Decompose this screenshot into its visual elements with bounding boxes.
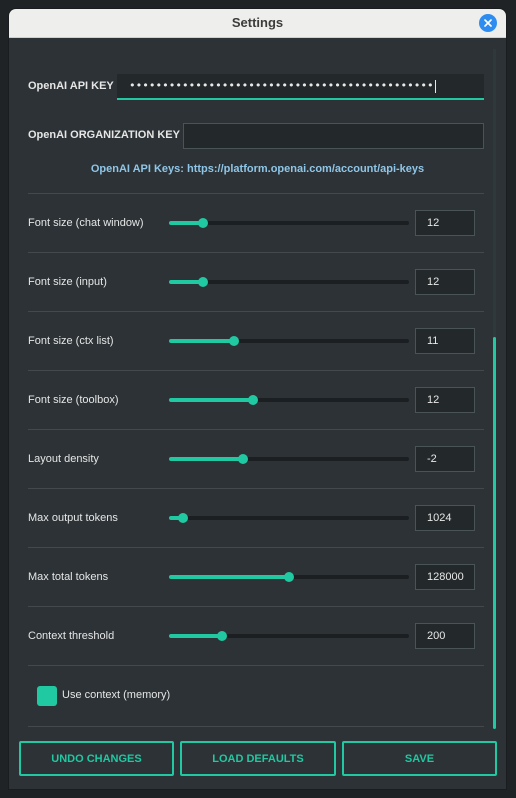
max-output-tokens-label: Max output tokens (28, 512, 118, 524)
divider (28, 311, 484, 312)
context-threshold-slider[interactable] (169, 629, 409, 643)
font-size-chat-window-input[interactable]: 12 (415, 210, 475, 236)
context-threshold-label: Context threshold (28, 630, 115, 642)
slider-fill (169, 339, 234, 343)
divider (28, 370, 484, 371)
slider-fill (169, 457, 243, 461)
slider-handle[interactable] (198, 277, 208, 287)
api-key-value: ••••••••••••••••••••••••••••••••••••••••… (129, 79, 434, 92)
font-size-ctx-list-input[interactable]: 11 (415, 328, 475, 354)
slider-handle[interactable] (284, 572, 294, 582)
save-button[interactable]: SAVE (342, 741, 497, 776)
slider-handle[interactable] (248, 395, 258, 405)
font-size-toolbox-label: Font size (toolbox) (28, 394, 119, 406)
slider-fill (169, 398, 253, 402)
undo-changes-button[interactable]: UNDO CHANGES (19, 741, 174, 776)
font-size-toolbox-slider[interactable] (169, 393, 409, 407)
load-defaults-button[interactable]: LOAD DEFAULTS (180, 741, 336, 776)
api-key-input[interactable]: ••••••••••••••••••••••••••••••••••••••••… (117, 74, 484, 100)
slider-handle[interactable] (229, 336, 239, 346)
close-icon (484, 19, 492, 27)
api-key-label: OpenAI API KEY (28, 80, 114, 92)
font-size-input-label: Font size (input) (28, 276, 107, 288)
max-output-tokens-input[interactable]: 1024 (415, 505, 475, 531)
close-button[interactable] (479, 14, 497, 32)
font-size-ctx-list-slider[interactable] (169, 334, 409, 348)
font-size-input-input[interactable]: 12 (415, 269, 475, 295)
max-total-tokens-label: Max total tokens (28, 571, 109, 583)
slider-handle[interactable] (198, 218, 208, 228)
divider (28, 606, 484, 607)
divider (28, 726, 484, 727)
title-bar: Settings (9, 9, 506, 38)
divider (28, 193, 484, 194)
org-key-label: OpenAI ORGANIZATION KEY (28, 129, 180, 141)
use-context-label: Use context (memory) (62, 689, 171, 701)
slider-fill (169, 575, 289, 579)
slider-handle[interactable] (217, 631, 227, 641)
slider-track (169, 516, 409, 520)
slider-handle[interactable] (238, 454, 248, 464)
use-context-checkbox[interactable] (37, 686, 57, 706)
divider (28, 488, 484, 489)
layout-density-slider[interactable] (169, 452, 409, 466)
slider-fill (169, 634, 222, 638)
scrollbar-trough (493, 49, 496, 339)
layout-density-label: Layout density (28, 453, 99, 465)
text-caret (434, 79, 436, 93)
api-keys-link[interactable]: OpenAI API Keys: https://platform.openai… (9, 163, 506, 175)
slider-handle[interactable] (178, 513, 188, 523)
max-output-tokens-slider[interactable] (169, 511, 409, 525)
divider (28, 547, 484, 548)
font-size-chat-window-slider[interactable] (169, 216, 409, 230)
max-total-tokens-slider[interactable] (169, 570, 409, 584)
max-total-tokens-input[interactable]: 128000 (415, 564, 475, 590)
context-threshold-input[interactable]: 200 (415, 623, 475, 649)
font-size-toolbox-input[interactable]: 12 (415, 387, 475, 413)
layout-density-input[interactable]: -2 (415, 446, 475, 472)
scrollbar-thumb[interactable] (493, 337, 496, 729)
font-size-ctx-list-label: Font size (ctx list) (28, 335, 114, 347)
divider (28, 665, 484, 666)
font-size-chat-window-label: Font size (chat window) (28, 217, 144, 229)
settings-dialog: Settings OpenAI API KEY ••••••••••••••••… (9, 9, 506, 789)
divider (28, 252, 484, 253)
divider (28, 429, 484, 430)
org-key-input[interactable] (183, 123, 484, 149)
window-title: Settings (231, 15, 284, 30)
font-size-input-slider[interactable] (169, 275, 409, 289)
